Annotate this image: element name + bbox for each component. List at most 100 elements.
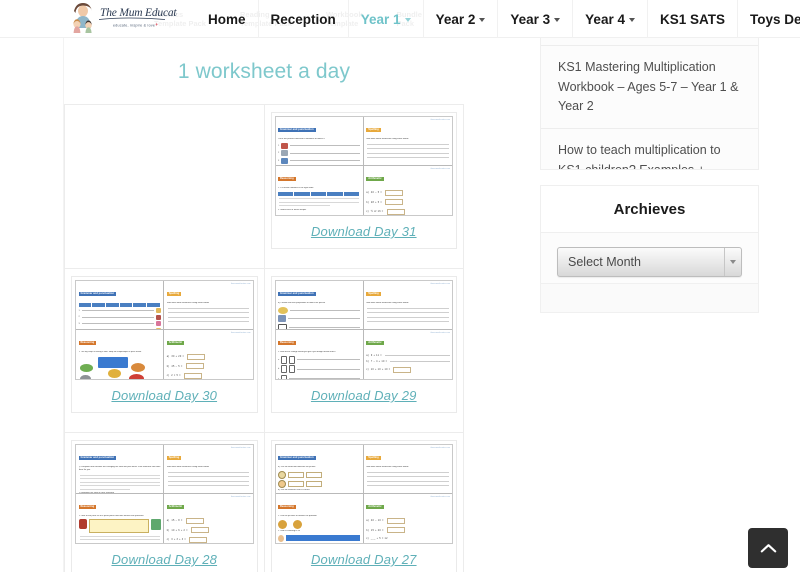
quadrant-spelling: Spelling themumeducates.com Now write so…: [363, 445, 452, 494]
download-day-29-link[interactable]: Download Day 29: [311, 388, 417, 403]
download-day-30-link[interactable]: Download Day 30: [111, 388, 217, 403]
download-day-31-link[interactable]: Download Day 31: [311, 224, 417, 239]
worksheet-illustration: [278, 520, 360, 529]
quadrant-instruction: 1. Put these numbers in the right order: [278, 187, 314, 189]
worksheet-grid: Grammar and punctuation Circle the pictu…: [64, 104, 464, 572]
quadrant-header-grammar: Grammar and punctuation: [278, 292, 316, 296]
quadrant-arithmetic: Arithmetic themumeducates.com a) 40 – 10…: [366, 495, 450, 540]
scroll-to-top-button[interactable]: [748, 528, 788, 568]
download-link-wrapper: Download Day 28: [75, 544, 254, 572]
quadrant-instruction: b) Tick the sentence that is correct: [278, 489, 310, 491]
worksheet-card[interactable]: Grammar and punctuation a) Tick the word…: [270, 440, 457, 572]
worksheet-brand: themumeducates.com: [430, 495, 450, 498]
worksheet-illustration: [150, 519, 161, 530]
worksheet-brand: themumeducates.com: [230, 446, 251, 449]
nav-label: Reception: [270, 11, 336, 27]
quadrant-header-spelling: Spelling: [366, 128, 381, 132]
quadrant-instruction: a) Choose the best preposition to match …: [278, 302, 326, 304]
quadrant-grammar: Grammar and punctuation a) Choose the be…: [275, 281, 364, 330]
quadrant-header-arithmetic: Arithmetic: [166, 341, 185, 345]
chevron-down-icon: [554, 18, 561, 22]
quadrant-reasoning: Reasoning 1. How much change would you g…: [276, 330, 364, 379]
quadrant-spelling: Spelling themumeducates.com Now write so…: [363, 117, 452, 166]
site-header: Phonics Template Pack Reading Template P…: [0, 0, 800, 38]
nav-label: KS1 SATS: [659, 11, 725, 27]
download-day-28-link[interactable]: Download Day 28: [111, 552, 217, 567]
nav-item-toys-deals[interactable]: Toys Deals: [736, 0, 800, 38]
quadrant-instruction: a) Tick the word that matches the pictur…: [278, 466, 316, 468]
shape-star: [278, 214, 292, 215]
worksheet-cell: Grammar and punctuation 1 2 3 4 5 Spelli…: [65, 269, 265, 433]
worksheet-card[interactable]: Grammar and punctuation a) Choose the be…: [270, 276, 457, 413]
quadrant-instruction: 1. Use the pictures to answer the questi…: [278, 515, 317, 517]
quadrant-grammar: Grammar and punctuation a) Complete and …: [76, 445, 165, 494]
nav-item-reception[interactable]: Reception: [257, 0, 348, 38]
quadrant-instruction: Now write some sentences using these wor…: [366, 302, 409, 304]
quadrant-header-spelling: Spelling: [366, 456, 381, 460]
worksheet-card[interactable]: Grammar and punctuation a) Complete and …: [71, 440, 258, 572]
sidebar-empty-widget: [540, 283, 759, 313]
quadrant-arithmetic: Arithmetic themumeducates.com a) 40 – 5 …: [366, 167, 450, 215]
number-strip: [278, 191, 361, 196]
quadrant-grammar: Grammar and punctuation 1 2 3 4 5: [76, 281, 165, 330]
svg-text:educate, inspire & love: educate, inspire & love: [113, 24, 155, 28]
archives-month-select[interactable]: Select Month: [557, 247, 742, 277]
archives-select-value: Select Month: [568, 255, 641, 269]
nav-label: Year 4: [585, 11, 625, 27]
quadrant-instruction: a) Complete and continue the changing th…: [78, 466, 161, 471]
nav-item-ks1-sats[interactable]: KS1 SATS: [646, 0, 737, 38]
worksheet-illustration: [79, 355, 161, 379]
nav-label: Year 2: [435, 11, 476, 27]
quadrant-spelling: Spelling themumeducates.com Now write so…: [363, 281, 452, 330]
quadrant-grammar: Grammar and punctuation Circle the pictu…: [275, 117, 364, 166]
nav-label: Home: [208, 11, 246, 27]
quadrant-header-grammar: Grammar and punctuation: [78, 292, 117, 296]
worksheet-brand: themumeducates.com: [430, 331, 450, 334]
quadrant-instruction: Now write some sentences using these wor…: [166, 302, 209, 304]
worksheet-brand: themumeducates.com: [430, 282, 450, 285]
quadrant-header-spelling: Spelling: [166, 292, 182, 296]
recent-post-item[interactable]: How to teach multiplication to KS1 child…: [541, 129, 758, 169]
worksheet-illustration: [281, 150, 289, 156]
recent-post-item[interactable]: KS1 Mastering Multiplication Workbook – …: [541, 46, 758, 130]
page-title: 1 worksheet a day: [177, 60, 351, 83]
worksheet-card[interactable]: Grammar and punctuation 1 2 3 4 5 Spelli…: [71, 276, 258, 413]
quadrant-instruction: 2. Name each of these shapes: [278, 208, 307, 211]
quadrant-header-grammar: Grammar and punctuation: [78, 456, 117, 460]
nav-item-home[interactable]: Home: [196, 0, 258, 38]
worksheet-brand: themumeducates.com: [230, 331, 251, 334]
chevron-down-icon: [479, 18, 486, 22]
word-bank: [78, 302, 161, 307]
download-link-wrapper: Download Day 27: [275, 544, 454, 572]
worksheet-cell: Grammar and punctuation a) Choose the be…: [264, 269, 464, 433]
worksheet-brand: themumeducates.com: [430, 446, 450, 449]
worksheet-thumbnail: Grammar and punctuation Circle the pictu…: [274, 116, 453, 216]
chevron-up-icon: [760, 543, 776, 552]
shape-oval: [344, 214, 361, 215]
quadrant-spelling: Spelling themumeducates.com Now write so…: [164, 281, 253, 330]
nav-item-year-2[interactable]: Year 2: [422, 0, 498, 38]
nav-item-year-1[interactable]: Year 1: [347, 0, 423, 38]
worksheet-cell: Grammar and punctuation a) Complete and …: [65, 433, 265, 572]
quadrant-header-arithmetic: Arithmetic: [366, 505, 384, 509]
download-day-27-link[interactable]: Download Day 27: [311, 552, 417, 567]
worksheet-thumbnail: Grammar and punctuation a) Tick the word…: [274, 444, 453, 544]
main-navigation: Home Reception Year 1 Year 2 Year 3 Year…: [196, 0, 800, 38]
nav-item-year-4[interactable]: Year 4: [572, 0, 647, 38]
quadrant-instruction: Now write some sentences using these wor…: [366, 138, 409, 140]
logo-icon: The Mum Educates educate, inspire & love: [73, 3, 177, 33]
download-link-wrapper: Download Day 29: [275, 380, 454, 410]
worksheet-cell: Grammar and punctuation Circle the pictu…: [264, 105, 464, 269]
quadrant-header-reasoning: Reasoning: [278, 505, 296, 509]
worksheet-card[interactable]: Grammar and punctuation Circle the pictu…: [270, 112, 457, 249]
page-root: Phonics Template Pack Reading Template P…: [0, 0, 800, 572]
site-logo[interactable]: The Mum Educates educate, inspire & love: [68, 1, 178, 37]
quadrant-header-reasoning: Reasoning: [278, 177, 296, 181]
worksheet-thumbnail: Grammar and punctuation a) Complete and …: [75, 444, 254, 544]
nav-item-year-3[interactable]: Year 3: [497, 0, 572, 38]
quadrant-header-grammar: Grammar and punctuation: [278, 128, 316, 132]
quadrant-instruction: Now write some sentences using these wor…: [166, 466, 209, 468]
nav-label: Year 3: [510, 11, 551, 27]
shape-rectangle: [295, 214, 342, 215]
worksheet-brand: themumeducates.com: [430, 118, 450, 121]
